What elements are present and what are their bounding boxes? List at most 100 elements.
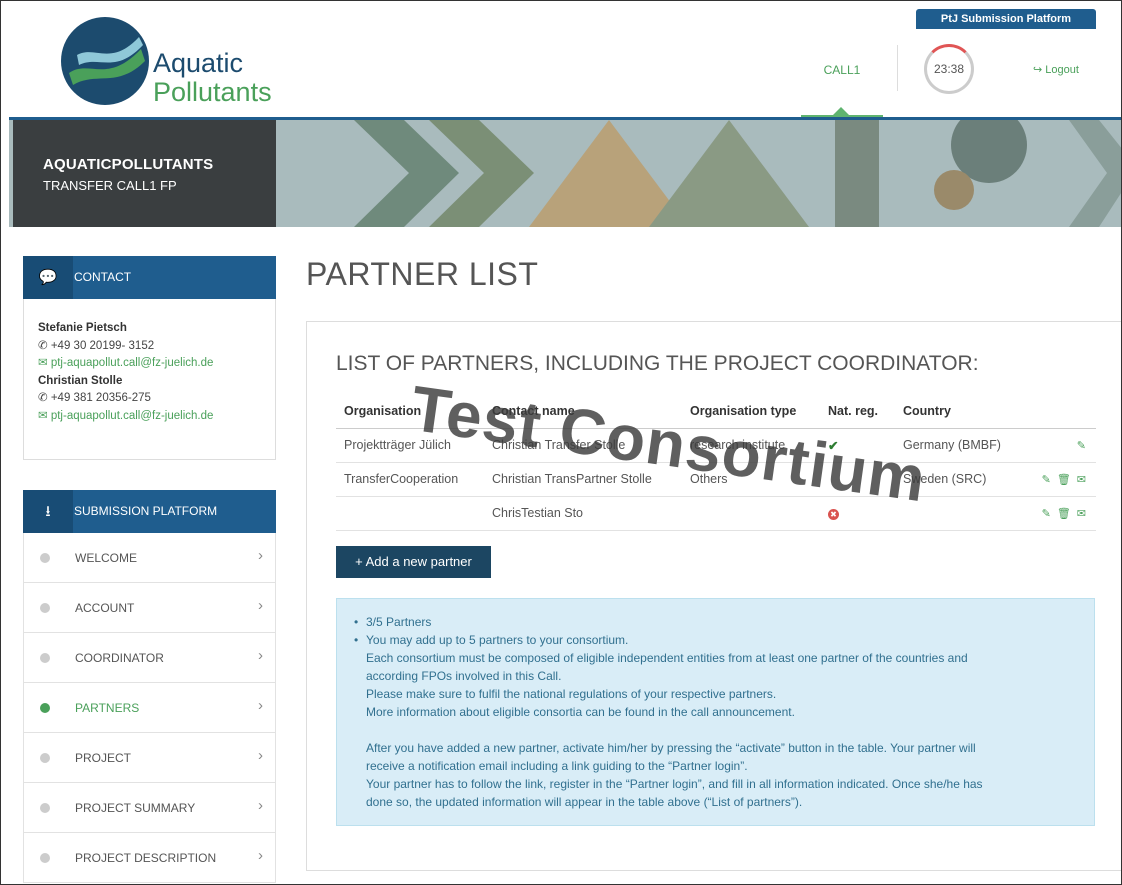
- submission-header: ⭳ SUBMISSION PLATFORM: [23, 490, 276, 533]
- contact-header: 💬 CONTACT: [23, 256, 276, 299]
- menu-item-coordinator[interactable]: COORDINATOR ›: [23, 633, 276, 683]
- chevron-right-icon: ›: [258, 847, 263, 864]
- top-header: Aquatic Pollutants PtJ Submission Platfo…: [9, 1, 1121, 117]
- info-bullet: You may add up to 5 partners to your con…: [354, 631, 1094, 649]
- info-text: done so, the updated information will ap…: [366, 795, 803, 809]
- platform-tab[interactable]: PtJ Submission Platform: [916, 9, 1096, 29]
- download-icon: ⭳: [23, 490, 73, 533]
- contact-heading: CONTACT: [74, 270, 132, 284]
- edit-pencil-icon[interactable]: ✎: [1042, 508, 1051, 520]
- menu-label: PROJECT: [75, 751, 132, 765]
- envelope-icon[interactable]: ✉: [1077, 474, 1086, 486]
- menu-item-partners[interactable]: PARTNERS ›: [23, 683, 276, 733]
- cell-country: Sweden (SRC): [895, 462, 1015, 497]
- contact-email-link[interactable]: ✉ ptj-aquapollut.call@fz-juelich.de: [38, 408, 275, 426]
- logo-line-1: Aquatic: [153, 48, 244, 78]
- site-logo[interactable]: Aquatic Pollutants: [59, 15, 272, 107]
- info-box: 3/5 Partners You may add up to 5 partner…: [336, 598, 1095, 826]
- status-dot: [40, 553, 50, 563]
- add-partner-button[interactable]: + Add a new partner: [336, 546, 491, 578]
- status-dot: [40, 653, 50, 663]
- chevron-right-icon: ›: [258, 697, 263, 714]
- status-dot-active: [40, 703, 50, 713]
- menu-label: WELCOME: [75, 551, 138, 565]
- trash-icon[interactable]: 🗑: [1057, 474, 1071, 486]
- natreg-error-icon: ✖: [828, 509, 839, 520]
- column-header: Organisation type: [682, 394, 820, 429]
- cell-organisation: [336, 496, 484, 531]
- banner-subtitle: TRANSFER CALL1 FP: [43, 178, 177, 193]
- menu-item-project-description[interactable]: PROJECT DESCRIPTION ›: [23, 833, 276, 883]
- menu-item-account[interactable]: ACCOUNT ›: [23, 583, 276, 633]
- cell-contact: Christian TransPartner Stolle: [484, 462, 682, 497]
- info-text: After you have added a new partner, acti…: [366, 741, 976, 755]
- chevron-right-icon: ›: [258, 747, 263, 764]
- phone-number: +49 381 20356-275: [50, 392, 151, 404]
- nav-divider: [897, 45, 898, 91]
- menu-item-project[interactable]: PROJECT ›: [23, 733, 276, 783]
- email-address: ptj-aquapollut.call@fz-juelich.de: [50, 409, 214, 422]
- contact-email-link[interactable]: ✉ ptj-aquapollut.call@fz-juelich.de: [38, 355, 275, 373]
- table-row: TransferCooperation Christian TransPartn…: [336, 462, 1096, 497]
- contact-phone: ✆ +49 381 20356-275: [38, 390, 275, 408]
- column-header-actions: [1015, 394, 1096, 429]
- info-text: More information about eligible consorti…: [366, 705, 795, 719]
- cell-country: [895, 496, 1015, 531]
- chevron-right-icon: ›: [258, 647, 263, 664]
- menu-label: PROJECT DESCRIPTION: [75, 851, 217, 865]
- envelope-icon[interactable]: ✉: [1077, 508, 1086, 520]
- info-bullet: 3/5 Partners: [354, 613, 1094, 631]
- list-title: LIST OF PARTNERS, INCLUDING THE PROJECT …: [336, 352, 979, 375]
- contact-name: Christian Stolle: [38, 374, 123, 387]
- phone-icon: ✆: [38, 392, 51, 404]
- logout-icon: ↪: [1033, 64, 1046, 76]
- table-row: ChrisTestian Sto ✖ ✎ 🗑 ✉: [336, 496, 1096, 531]
- edit-pencil-icon[interactable]: ✎: [1042, 474, 1051, 486]
- logout-link[interactable]: ↪ Logout: [1033, 63, 1079, 76]
- info-text: according FPOs involved in this Call.: [366, 669, 562, 683]
- session-timer: 23:38: [924, 44, 974, 94]
- column-header: Organisation: [336, 394, 484, 429]
- cell-organisation: TransferCooperation: [336, 462, 484, 497]
- logo-line-2: Pollutants: [153, 77, 272, 107]
- menu-label: COORDINATOR: [75, 651, 164, 665]
- menu-label: PARTNERS: [75, 701, 140, 715]
- status-dot: [40, 853, 50, 863]
- column-header: Country: [895, 394, 1015, 429]
- cell-type: research institute: [682, 428, 820, 463]
- chevron-right-icon: ›: [258, 597, 263, 614]
- info-text: Each consortium must be composed of elig…: [366, 651, 968, 665]
- column-header: Contact name: [484, 394, 682, 429]
- trash-icon[interactable]: 🗑: [1057, 508, 1071, 520]
- table-header-row: Organisation Contact name Organisation t…: [336, 394, 1096, 429]
- phone-number: +49 30 20199- 3152: [50, 339, 155, 352]
- page-title: PARTNER LIST: [306, 256, 539, 292]
- menu-item-welcome[interactable]: WELCOME ›: [23, 533, 276, 583]
- logo-emblem-icon: [61, 17, 149, 105]
- cell-contact: Christian Transfer Stolle: [484, 428, 682, 463]
- chat-bubble-icon: 💬: [23, 256, 73, 299]
- cell-type: Others: [682, 462, 820, 497]
- natreg-check-icon: ✔: [820, 428, 895, 463]
- chevron-right-icon: ›: [258, 797, 263, 814]
- banner-title-block: [13, 120, 276, 227]
- status-dot: [40, 803, 50, 813]
- status-dot: [40, 603, 50, 613]
- edit-pencil-icon[interactable]: ✎: [1077, 440, 1086, 452]
- envelope-icon: ✉: [38, 409, 51, 422]
- nav-call1[interactable]: CALL1: [801, 63, 883, 77]
- menu-item-project-summary[interactable]: PROJECT SUMMARY ›: [23, 783, 276, 833]
- sidebar: 💬 CONTACT Stefanie Pietsch ✆ +49 30 2019…: [23, 256, 276, 883]
- partner-table: Organisation Contact name Organisation t…: [336, 394, 1096, 531]
- partner-panel: LIST OF PARTNERS, INCLUDING THE PROJECT …: [306, 321, 1121, 871]
- info-text: receive a notification email including a…: [366, 759, 748, 773]
- column-header: Nat. reg.: [820, 394, 895, 429]
- menu-label: ACCOUNT: [75, 601, 135, 615]
- cell-natreg: [820, 462, 895, 497]
- info-text: Your partner has to follow the link, reg…: [366, 777, 983, 791]
- menu-label: PROJECT SUMMARY: [75, 801, 196, 815]
- email-address: ptj-aquapollut.call@fz-juelich.de: [50, 357, 214, 369]
- status-dot: [40, 753, 50, 763]
- chevron-right-icon: ›: [258, 547, 263, 564]
